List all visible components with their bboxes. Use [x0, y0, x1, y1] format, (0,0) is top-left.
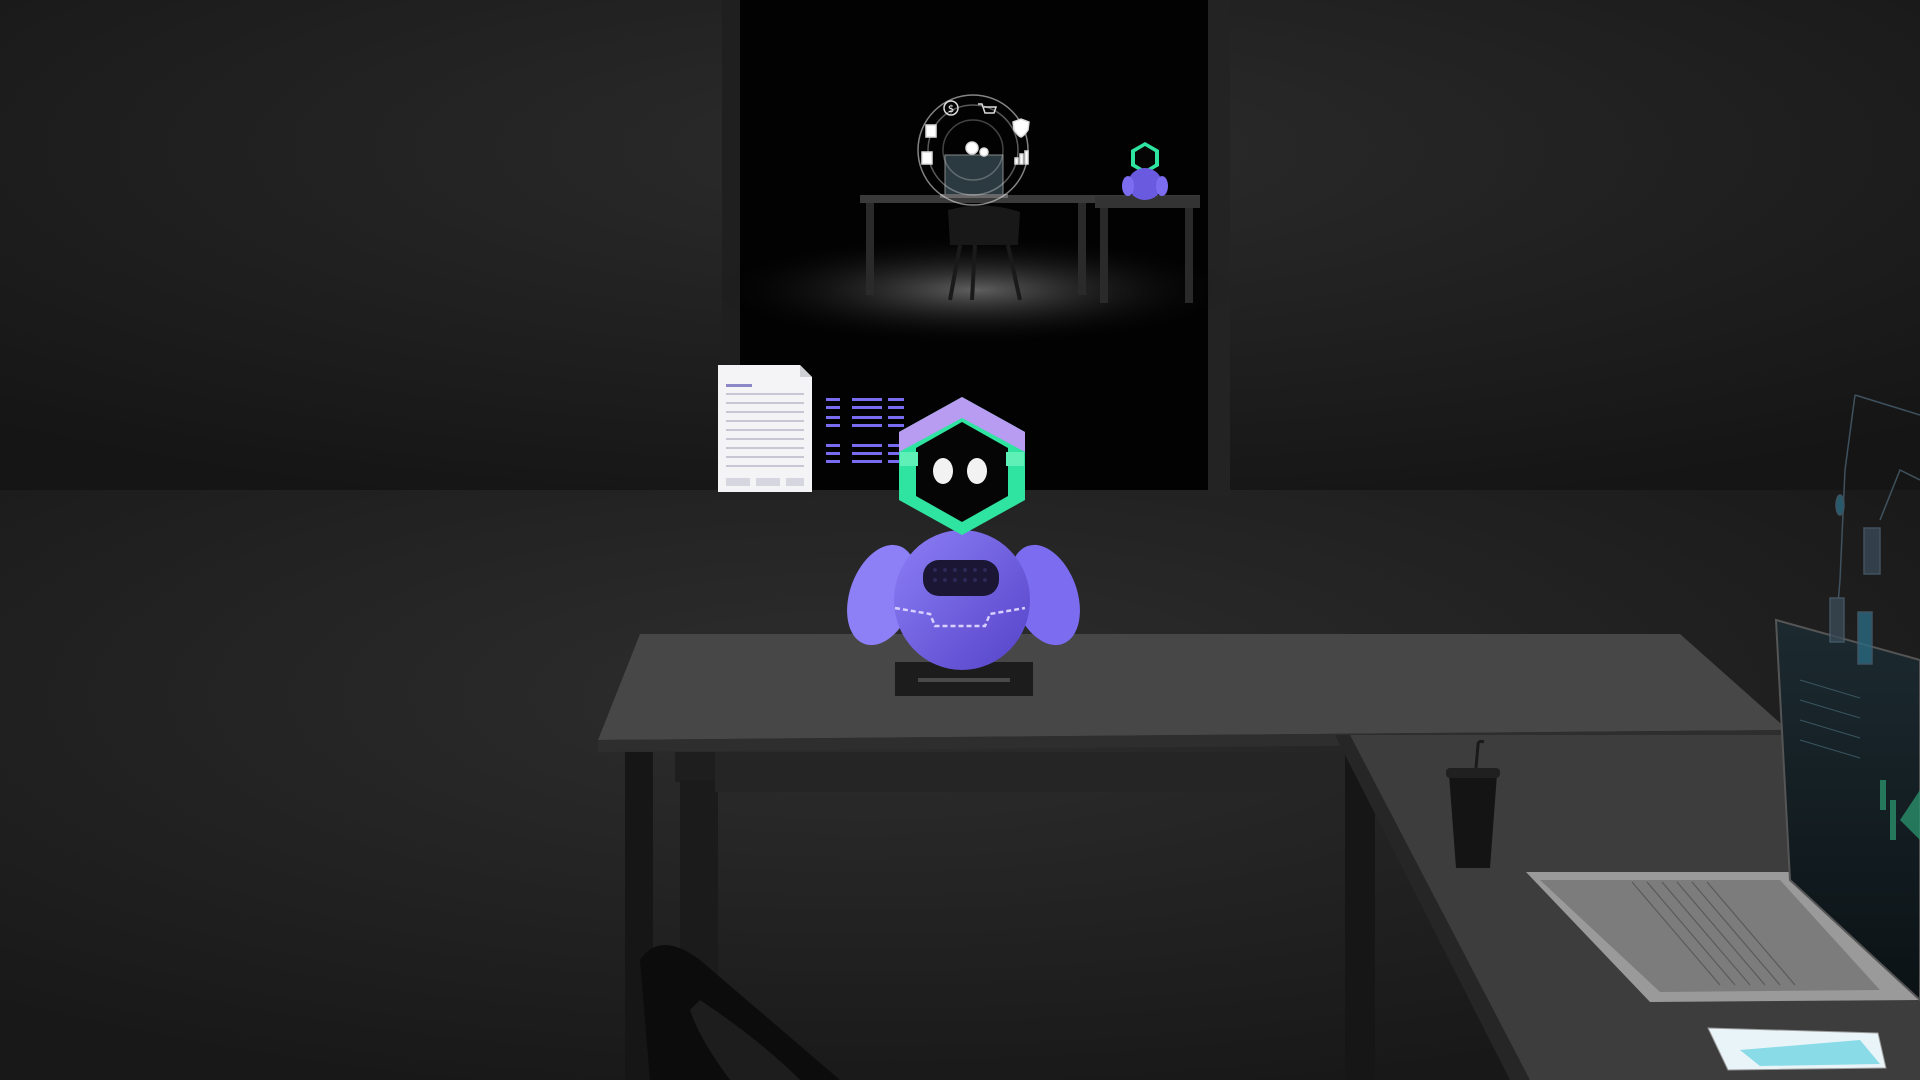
robot-eye-left [933, 458, 953, 484]
receipt-icon [925, 124, 937, 138]
calculator-icon [921, 151, 933, 165]
floating-document-icon [718, 365, 812, 492]
svg-text:$: $ [948, 104, 954, 115]
robot-eye-right [967, 458, 987, 484]
office-scene: $ [0, 0, 1920, 1080]
back-laptop [940, 154, 1008, 198]
phone [1707, 1027, 1887, 1071]
